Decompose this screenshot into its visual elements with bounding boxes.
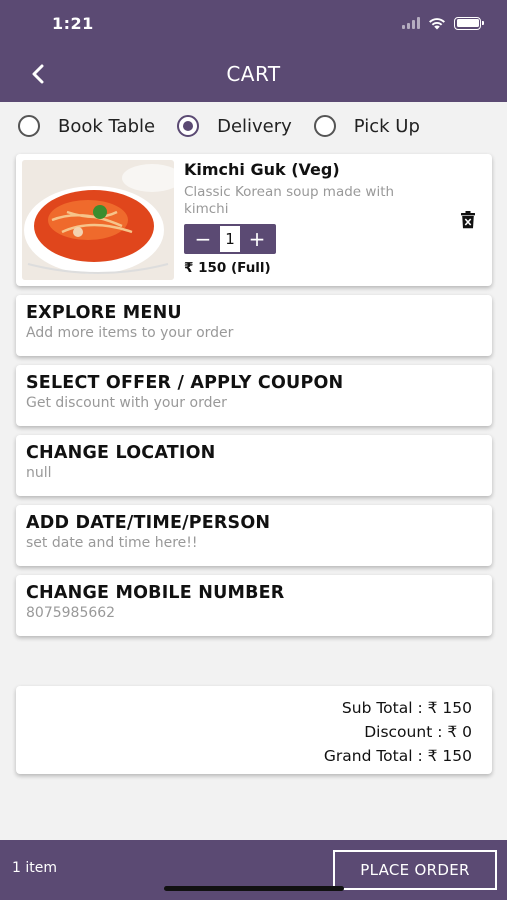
change-location-subtitle: null (26, 465, 52, 481)
cart-item-card: Kimchi Guk (Veg) Classic Korean soup mad… (16, 154, 492, 286)
signal-icon (402, 17, 420, 29)
mode-book-table[interactable]: Book Table (18, 115, 155, 137)
mobile-number-card[interactable]: CHANGE MOBILE NUMBER 8075985662 (16, 575, 492, 636)
home-indicator (164, 886, 344, 891)
chevron-left-icon (32, 64, 44, 84)
explore-menu-subtitle: Add more items to your order (26, 325, 234, 341)
delete-item-button[interactable] (458, 209, 478, 231)
radio-book-table[interactable] (18, 115, 40, 137)
item-description: Classic Korean soup made with kimchi (184, 184, 395, 217)
apply-coupon-title: SELECT OFFER / APPLY COUPON (26, 373, 344, 393)
radio-delivery[interactable] (177, 115, 200, 137)
mode-label-delivery: Delivery (217, 115, 292, 137)
place-order-button[interactable]: PLACE ORDER (333, 850, 497, 890)
bottom-bar: 1 item PLACE ORDER (0, 840, 507, 900)
discount: Discount : ₹ 0 (364, 723, 472, 741)
page-title: CART (226, 62, 281, 86)
explore-menu-title: EXPLORE MENU (26, 303, 182, 323)
food-image (22, 160, 174, 280)
change-location-card[interactable]: CHANGE LOCATION null (16, 435, 492, 496)
sub-total: Sub Total : ₹ 150 (341, 699, 472, 717)
mode-label-pick-up: Pick Up (353, 115, 420, 137)
radio-pick-up[interactable] (313, 115, 336, 137)
battery-icon (454, 16, 484, 30)
decrement-button[interactable]: − (186, 226, 220, 252)
quantity-value: 1 (220, 226, 240, 252)
mode-pick-up[interactable]: Pick Up (313, 115, 420, 137)
mobile-number-value: 8075985662 (26, 605, 116, 621)
order-mode-selector: Book Table Delivery Pick Up (18, 110, 498, 142)
wifi-icon (429, 17, 445, 29)
apply-coupon-subtitle: Get discount with your order (26, 395, 227, 411)
change-location-title: CHANGE LOCATION (26, 443, 216, 463)
item-count: 1 item (12, 860, 57, 876)
date-time-person-card[interactable]: ADD DATE/TIME/PERSON set date and time h… (16, 505, 492, 566)
trash-icon (461, 211, 475, 229)
increment-button[interactable]: + (240, 226, 274, 252)
grand-total: Grand Total : ₹ 150 (323, 747, 472, 765)
status-icons (402, 16, 484, 30)
apply-coupon-card[interactable]: SELECT OFFER / APPLY COUPON Get discount… (16, 365, 492, 426)
status-time: 1:21 (52, 13, 94, 33)
mode-delivery[interactable]: Delivery (177, 115, 292, 137)
order-summary: Sub Total : ₹ 150 Discount : ₹ 0 Grand T… (16, 686, 492, 774)
app-bar: CART (0, 46, 507, 102)
item-price: ₹ 150 (Full) (184, 260, 271, 276)
date-time-person-title: ADD DATE/TIME/PERSON (26, 513, 271, 533)
explore-menu-card[interactable]: EXPLORE MENU Add more items to your orde… (16, 295, 492, 356)
mode-label-book-table: Book Table (58, 115, 156, 137)
item-name: Kimchi Guk (Veg) (184, 160, 340, 179)
status-bar: 1:21 (0, 0, 507, 46)
mobile-number-title: CHANGE MOBILE NUMBER (26, 583, 285, 603)
date-time-person-subtitle: set date and time here!! (26, 535, 198, 551)
back-button[interactable] (22, 58, 54, 90)
quantity-stepper: − 1 + (184, 224, 276, 254)
